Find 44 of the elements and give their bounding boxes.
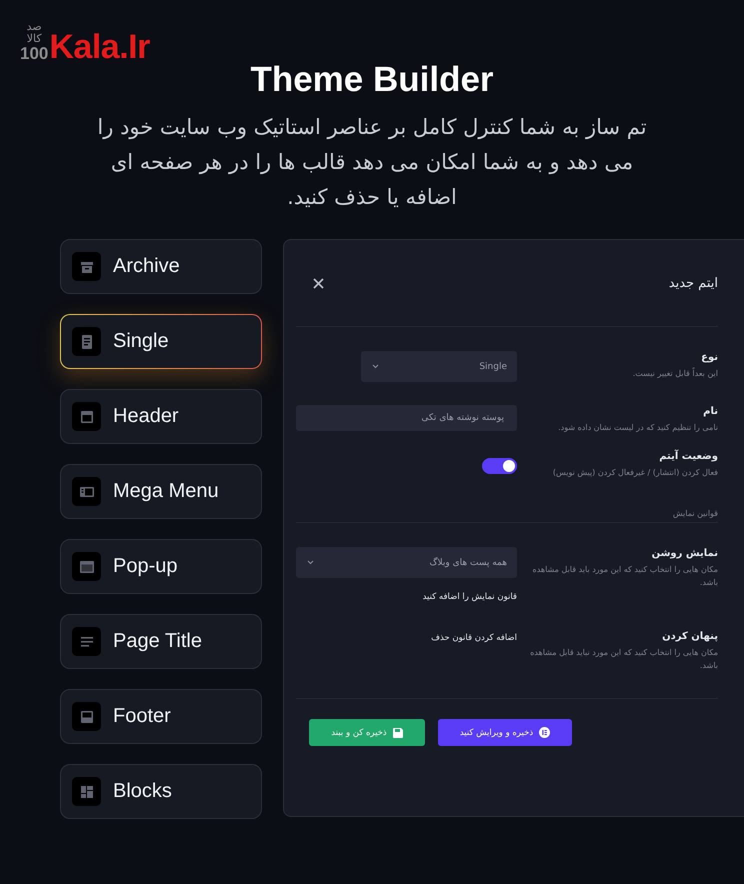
logo-text: صد xyxy=(26,21,42,33)
field-label: نوع xyxy=(700,351,718,365)
template-item[interactable]: Footer xyxy=(60,689,262,744)
template-label: Page Title xyxy=(113,630,202,653)
template-item[interactable]: Header xyxy=(60,389,262,444)
select-field[interactable]: Single xyxy=(361,351,517,382)
dialog-title: ایتم جدید xyxy=(668,276,718,290)
field-label: وضعیت آیتم xyxy=(658,450,718,464)
field-hint: مکان هایی را انتخاب کنید که این مورد باید قابل مشاهده باشد. xyxy=(532,564,718,589)
field-label: نمایش روشن xyxy=(650,547,718,561)
field-hint: این بعداً قابل تغییر نیست. xyxy=(632,367,718,380)
template-item[interactable]: Single xyxy=(60,314,262,369)
template-item[interactable]: Pop-up xyxy=(60,539,262,594)
template-label: Footer xyxy=(113,705,171,728)
logo-text: 100 xyxy=(20,45,48,62)
page-title: Theme Builder xyxy=(249,60,495,100)
field-hint: نامی را تنظیم کنید که در لیست نشان داده شود. xyxy=(557,422,718,434)
template-item[interactable]: Blocks xyxy=(60,764,262,819)
toggle-switch[interactable] xyxy=(482,458,517,474)
field-hint: مکان هایی را انتخاب کنید که این مورد نباید قابل مشاهده باشد. xyxy=(529,647,718,672)
field-hint: فعال کردن (انتشار) / غیرفعال کردن (پیش نویس) xyxy=(552,467,718,479)
page-subtitle: تم ساز به شما کنترل کامل بر عناصر استاتیک وب سایت خود را می دهد و به شما امکان می دهد قالب ها را در هر صفحه ای اضافه یا حذف کنید. xyxy=(96,114,648,211)
field-label: نام xyxy=(702,405,718,419)
logo-text: Kala.Ir xyxy=(49,32,150,62)
logo-text: کالا xyxy=(26,33,42,45)
text-field[interactable]: پوسته نوشته های تکی xyxy=(296,405,517,431)
section-label: قوانین نمایش xyxy=(672,509,718,520)
select-field[interactable]: همه پست های وبلاگ xyxy=(296,547,517,578)
field-label: پنهان کردن xyxy=(661,630,718,644)
template-label: Archive xyxy=(113,255,180,278)
template-label: Pop-up xyxy=(113,555,178,578)
template-item[interactable]: Archive xyxy=(60,239,262,294)
add-rule-link[interactable]: قانون نمایش را اضافه کنید xyxy=(422,592,517,602)
template-label: Blocks xyxy=(113,780,172,803)
template-item[interactable]: Mega Menu xyxy=(60,464,262,519)
save-edit-button[interactable]: ذخیره و ویرایش کنید xyxy=(438,719,572,746)
add-rule-link[interactable]: اضافه کردن قانون حذف xyxy=(431,633,517,643)
template-item[interactable]: Page Title xyxy=(60,614,262,669)
template-label: Mega Menu xyxy=(113,480,219,503)
template-label: Header xyxy=(113,405,179,428)
close-icon[interactable] xyxy=(313,278,324,288)
chevron-down-icon xyxy=(307,560,314,565)
chevron-down-icon xyxy=(372,364,379,369)
template-label: Single xyxy=(113,330,169,353)
